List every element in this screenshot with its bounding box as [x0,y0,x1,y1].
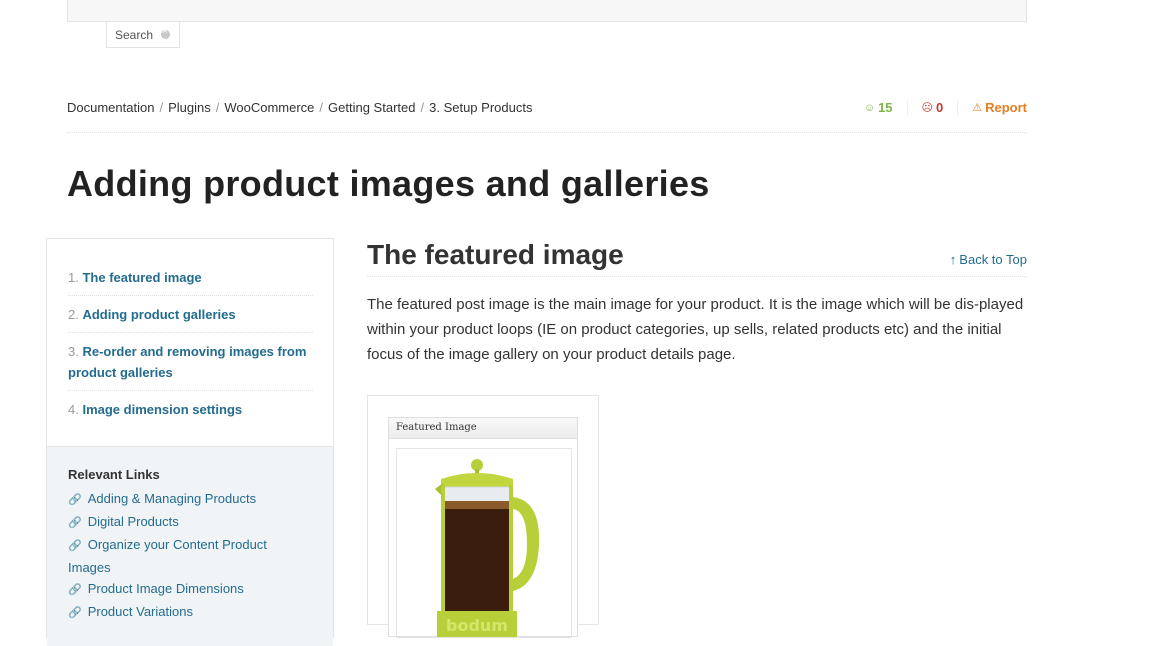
link-icon: 🔗 [68,517,82,529]
breadcrumb-documentation[interactable]: Documentation [67,100,154,115]
breadcrumb-getting-started[interactable]: Getting Started [328,100,415,115]
link-icon: 🔗 [68,607,82,619]
toc-item[interactable]: 1. The featured image [68,267,313,296]
relevant-link[interactable]: 🔗 Adding & Managing Products [68,488,313,511]
toc-number: 1. [68,270,79,285]
arrow-up-icon: ↑ [949,252,957,267]
top-bar [67,0,1027,22]
search-label: Search [115,27,154,42]
metabox-title: Featured Image [389,418,577,439]
upvote-count: 15 [878,100,893,115]
breadcrumb-setup-products[interactable]: 3. Setup Products [429,100,532,115]
upvote-button[interactable]: ☺ 15 [850,100,907,115]
breadcrumb: Documentation / Plugins / WooCommerce / Gettin… [67,100,532,115]
search-button[interactable]: Search [106,22,180,48]
frown-icon: ☹ [921,102,933,114]
link-icon: 🔗 [68,494,82,506]
product-image: bodum [396,448,572,638]
breadcrumb-separator: / [319,100,324,115]
toc-link[interactable]: The featured image [82,270,201,285]
breadcrumb-separator: / [420,100,425,115]
report-label: Report [985,100,1027,115]
toc-link[interactable]: Image dimension settings [82,402,242,417]
divider [67,132,1027,133]
back-to-top-link[interactable]: ↑ Back to Top [950,252,1027,267]
relevant-link[interactable]: 🔗 Product Variations [68,601,313,624]
link-icon: 🔗 [68,540,82,552]
downvote-button[interactable]: ☹ 0 [906,100,958,115]
french-press-image: bodum [435,459,540,637]
breadcrumb-separator: / [215,100,220,115]
breadcrumb-woocommerce[interactable]: WooCommerce [224,100,314,115]
section-title: The featured image [367,239,624,270]
relevant-link[interactable]: 🔗 Organize your Content Product Images [68,534,313,578]
featured-image-metabox: Featured Image bodum [388,417,578,638]
breadcrumb-plugins[interactable]: Plugins [168,100,211,115]
relevant-link-label: Digital Products [87,514,179,529]
link-icon: 🔗 [68,584,82,596]
toc-item[interactable]: 2. Adding product galleries [68,304,313,333]
toc-link[interactable]: Adding product galleries [82,307,235,322]
screenshot-figure: Featured Image bodum [367,395,599,638]
toc-item[interactable]: 4. Image dimension settings [68,399,313,427]
warning-icon: ⚠ [972,102,983,114]
clear-icon[interactable] [161,26,171,39]
report-button[interactable]: ⚠ Report [957,100,1027,115]
relevant-link[interactable]: 🔗 Product Image Dimensions [68,578,313,601]
toc-link[interactable]: Re-order and removing images from produc… [68,344,306,380]
downvote-count: 0 [936,100,944,115]
toc-number: 4. [68,402,79,417]
relevant-link-label: Adding & Managing Products [87,491,257,506]
divider [367,276,1027,277]
breadcrumb-separator: / [159,100,164,115]
page-title: Adding product images and galleries [67,163,710,204]
vote-bar: ☺ 15 ☹ 0 ⚠ Report [850,100,1027,115]
toc-item[interactable]: 3. Re-order and removing images from pro… [68,341,313,391]
relevant-links-heading: Relevant Links [68,467,160,482]
smile-icon: ☺ [863,101,876,114]
section-paragraph: The featured post image is the main imag… [367,296,1024,363]
toc-number: 3. [68,344,79,359]
relevant-link-label: Product Image Dimensions [87,581,244,596]
relevant-link[interactable]: 🔗 Digital Products [68,511,313,534]
table-of-contents: 1. The featured image 2. Adding product … [46,238,334,646]
toc-number: 2. [68,307,79,322]
relevant-link-label: Organize your Content Product Images [68,537,267,575]
relevant-links-panel: Relevant Links 🔗 Adding & Managing Produc… [47,446,333,646]
brand-label: bodum [446,616,508,635]
back-to-top-label: Back to Top [959,252,1027,267]
